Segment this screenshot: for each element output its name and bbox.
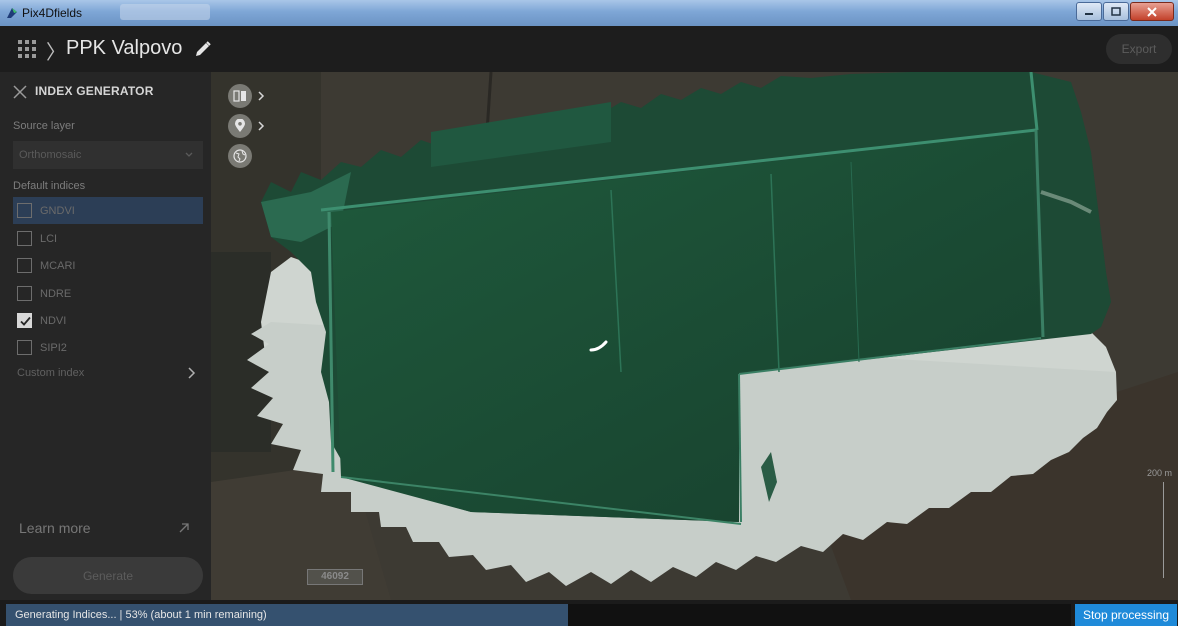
checkbox[interactable] <box>17 340 32 355</box>
index-option-ndre[interactable]: NDRE <box>13 280 203 307</box>
pix4d-logo-icon <box>7 8 17 18</box>
index-label: NDRE <box>40 287 72 300</box>
minimize-button[interactable] <box>1076 2 1102 21</box>
minimize-icon <box>1085 12 1093 15</box>
status-text: Generating Indices... | 53% (about 1 min… <box>15 609 267 621</box>
custom-index-row[interactable]: Custom index <box>13 363 203 385</box>
panel-title: INDEX GENERATOR <box>35 84 154 98</box>
close-icon <box>1147 6 1157 17</box>
edit-pencil-icon[interactable] <box>194 40 212 58</box>
learn-more-link[interactable]: Learn more <box>19 520 91 536</box>
export-button[interactable]: Export <box>1106 34 1172 64</box>
checkbox-checked[interactable] <box>17 313 32 328</box>
chevron-right-icon <box>188 367 196 379</box>
orthomosaic-imagery <box>211 72 1178 600</box>
app-grid-icon[interactable] <box>18 40 36 58</box>
scale-label: 200 m <box>1146 468 1172 478</box>
close-panel-icon[interactable] <box>13 85 27 99</box>
index-label: LCI <box>40 232 58 245</box>
window-title: Pix4Dfields <box>22 6 83 20</box>
source-layer-label: Source layer <box>13 120 75 132</box>
status-bar: Generating Indices... | 53% (about 1 min… <box>0 600 1178 626</box>
stop-processing-button[interactable]: Stop processing <box>1075 604 1177 626</box>
source-layer-select[interactable]: Orthomosaic <box>13 141 203 169</box>
app-header: 〉 PPK Valpovo Export <box>0 26 1178 72</box>
source-layer-value: Orthomosaic <box>19 149 82 161</box>
breadcrumb-separator: 〉 <box>46 42 66 64</box>
checkmark-icon <box>20 316 31 326</box>
road-number-label: 46092 <box>307 569 363 585</box>
app-window: Pix4Dfields 〉 PPK Valpovo Export INDEX G… <box>0 0 1178 626</box>
globe-icon <box>233 149 247 163</box>
chevron-right-icon[interactable] <box>257 121 265 131</box>
loading-spinner-icon <box>589 340 608 352</box>
index-label: NDVI <box>40 314 67 327</box>
index-option-gndvi[interactable]: GNDVI <box>13 197 203 224</box>
window-controls <box>1076 2 1174 22</box>
layers-compare-icon <box>233 90 246 102</box>
map-view[interactable]: 200 m 46092 <box>211 72 1178 600</box>
index-option-lci[interactable]: LCI <box>13 225 203 252</box>
index-option-sipi2[interactable]: SIPI2 <box>13 334 203 361</box>
chevron-down-icon <box>185 152 193 157</box>
index-label: GNDVI <box>40 204 75 217</box>
basemap-button[interactable] <box>228 144 252 168</box>
checkbox[interactable] <box>17 231 32 246</box>
maximize-button[interactable] <box>1103 2 1129 21</box>
window-titlebar: Pix4Dfields <box>0 0 1178 26</box>
checkbox[interactable] <box>17 203 32 218</box>
default-indices-label: Default indices <box>13 180 86 192</box>
index-generator-panel: INDEX GENERATOR Source layer Orthomosaic… <box>0 72 211 600</box>
index-label: MCARI <box>40 259 76 272</box>
progress-bar-track <box>568 604 1071 626</box>
checkbox[interactable] <box>17 286 32 301</box>
chevron-right-icon[interactable] <box>257 91 265 101</box>
title-decoration <box>120 4 210 20</box>
scale-bar <box>1158 482 1164 578</box>
close-window-button[interactable] <box>1130 2 1174 21</box>
layers-compare-button[interactable] <box>228 84 252 108</box>
external-link-icon[interactable] <box>178 522 190 534</box>
location-button[interactable] <box>228 114 252 138</box>
location-pin-icon <box>235 119 245 132</box>
checkbox[interactable] <box>17 258 32 273</box>
maximize-icon <box>1111 6 1121 16</box>
index-label: SIPI2 <box>40 341 67 354</box>
project-title: PPK Valpovo <box>66 37 183 59</box>
generate-button[interactable]: Generate <box>13 557 203 594</box>
index-option-mcari[interactable]: MCARI <box>13 252 203 279</box>
index-option-ndvi[interactable]: NDVI <box>13 307 203 334</box>
custom-index-label: Custom index <box>17 367 85 379</box>
